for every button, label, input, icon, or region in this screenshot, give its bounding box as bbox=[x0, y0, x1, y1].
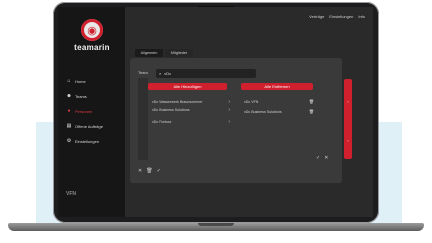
menu-item-info[interactable]: Info bbox=[358, 14, 365, 19]
app-screen: ◉ teamarin ⌂ Home ☻ Teams ● Personen ▤ O… bbox=[58, 7, 373, 217]
list-item-label: vDc Fontour bbox=[152, 120, 172, 124]
tab-mitglieder[interactable]: Mitglieder bbox=[165, 49, 193, 57]
list-item[interactable]: vDc Wasserwerk Braunsommer › bbox=[152, 99, 230, 105]
list-item-label: vDc Business Solutions bbox=[152, 108, 190, 112]
sidebar-nav: ⌂ Home ☻ Teams ● Personen ▤ Offene Auftr… bbox=[64, 74, 121, 149]
sidebar-item-label: Offene Aufträge bbox=[75, 123, 103, 129]
home-icon: ⌂ bbox=[67, 78, 71, 84]
menu-item-vertraege[interactable]: Verträge bbox=[309, 14, 324, 19]
list-item-label: vDc Wasserwerk Braunsommer bbox=[152, 100, 203, 104]
search-icon: ⌕ bbox=[159, 71, 162, 76]
sidebar-item-label: Personen bbox=[75, 108, 93, 114]
chevron-right-icon[interactable]: › bbox=[228, 99, 230, 105]
footer-logo: VFN bbox=[66, 191, 76, 197]
sidebar: ◉ teamarin ⌂ Home ☻ Teams ● Personen ▤ O… bbox=[58, 7, 125, 217]
sidebar-item-teams[interactable]: ☻ Teams bbox=[64, 89, 121, 103]
tab-allgemein[interactable]: Allgemein bbox=[135, 49, 163, 57]
list-item[interactable]: vDc Business Solutions › bbox=[152, 107, 230, 113]
panel-actions: ✓ ✕ bbox=[316, 155, 328, 161]
close-icon[interactable]: ✕ bbox=[138, 168, 142, 174]
chevron-right-icon[interactable]: › bbox=[228, 107, 230, 113]
users-icon: ☻ bbox=[66, 93, 72, 99]
selected-item[interactable]: vDc Business Solutions 🗑 bbox=[244, 109, 314, 114]
logo-icon: ◉ bbox=[81, 19, 103, 41]
list-item-label: vDc Business Solutions bbox=[244, 109, 282, 114]
gear-icon: ⚙ bbox=[66, 138, 72, 144]
sidebar-item-personen[interactable]: ● Personen bbox=[64, 104, 121, 118]
person-icon: ● bbox=[67, 108, 71, 114]
document-icon: ▤ bbox=[66, 123, 72, 129]
sidebar-item-einstellungen[interactable]: ⚙ Einstellungen bbox=[64, 134, 121, 148]
selected-item[interactable]: vDc VFN 🗑 bbox=[244, 99, 314, 104]
search-value: vDc bbox=[164, 71, 172, 76]
sidebar-item-label: Einstellungen bbox=[75, 138, 100, 144]
brand-name: teamarin bbox=[74, 43, 110, 52]
side-action-button[interactable]: › bbox=[344, 121, 352, 159]
menu-item-einstellungen[interactable]: Einstellungen bbox=[329, 14, 353, 19]
row-actions: ✕ 🗑 ✓ bbox=[138, 168, 161, 174]
sidebar-item-home[interactable]: ⌂ Home bbox=[64, 74, 121, 88]
add-all-button[interactable]: Alle Hinzufügen bbox=[148, 83, 227, 90]
sidebar-item-offene-auftraege[interactable]: ▤ Offene Aufträge bbox=[64, 119, 121, 133]
sidebar-item-label: Teams bbox=[75, 93, 87, 99]
list-item[interactable]: vDc Fontour › bbox=[152, 119, 230, 125]
trash-icon[interactable]: 🗑 bbox=[309, 109, 314, 114]
tab-bar: Allgemein Mitglieder bbox=[135, 49, 193, 57]
check-icon[interactable]: ✓ bbox=[157, 168, 161, 174]
team-list-column bbox=[138, 78, 148, 160]
trash-icon[interactable]: 🗑 bbox=[146, 168, 152, 174]
check-icon[interactable]: ✓ bbox=[316, 155, 320, 161]
trash-icon[interactable]: 🗑 bbox=[309, 99, 314, 104]
close-icon[interactable]: ✕ bbox=[324, 155, 328, 161]
remove-all-button[interactable]: Alle Entfernen bbox=[241, 83, 313, 90]
search-input[interactable]: ⌕ vDc bbox=[156, 69, 256, 78]
panel-label: Team bbox=[138, 70, 148, 75]
laptop-hinge-notch bbox=[198, 223, 234, 226]
side-action-button[interactable]: › bbox=[344, 79, 352, 123]
sidebar-item-label: Home bbox=[75, 78, 86, 84]
list-item-label: vDc VFN bbox=[244, 99, 259, 104]
top-menu: Verträge Einstellungen Info bbox=[309, 14, 365, 19]
chevron-right-icon[interactable]: › bbox=[228, 119, 230, 125]
